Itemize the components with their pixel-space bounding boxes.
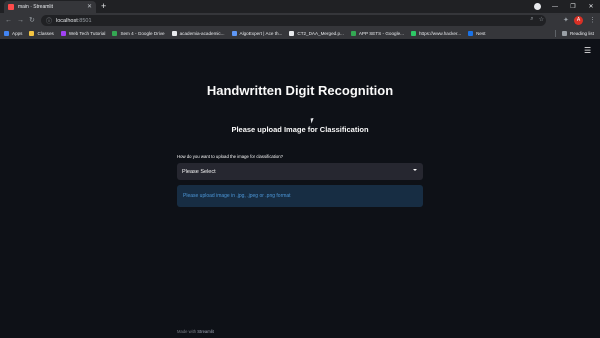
avatar[interactable]: A [574, 16, 583, 25]
bookmark-star-icon[interactable]: ☆ [539, 16, 544, 23]
reading-list-button[interactable]: Reading list [561, 28, 594, 39]
chevron-down-icon [413, 169, 417, 171]
bookmark-favicon-icon [468, 31, 474, 36]
page-subtitle: Please upload Image for Classification [231, 125, 369, 134]
bookmark-item[interactable]: Web Tech Tutorial [60, 31, 106, 36]
tab-title: main · Streamlit [18, 4, 54, 10]
minimize-icon[interactable]: — [546, 4, 564, 10]
tab-bar: main · Streamlit ✕ + — ❐ ✕ [0, 0, 600, 13]
hamburger-menu-icon[interactable]: ☰ [584, 47, 591, 55]
url-host: localhost [56, 17, 78, 24]
window-controls: — ❐ ✕ [546, 0, 600, 13]
footer-prefix: Made with [177, 329, 198, 334]
footer-brand-link[interactable]: Streamlit [197, 329, 214, 334]
restore-icon[interactable]: ❐ [564, 3, 582, 10]
footer: Made with Streamlit [177, 329, 214, 334]
streamlit-app: ☰ Handwritten Digit Recognition Please u… [0, 39, 600, 338]
google-drive-icon [112, 31, 118, 36]
bookmark-favicon-icon [289, 31, 295, 36]
new-tab-button[interactable]: + [101, 1, 106, 12]
bookmark-item[interactable]: academia-academic... [171, 31, 225, 36]
site-info-icon[interactable]: ⓘ [46, 16, 52, 25]
bookmarks-bar: Apps Classes Web Tech Tutorial Sem 4 - G… [0, 28, 600, 39]
browser-menu-icon[interactable]: ⋮ [589, 15, 596, 26]
bookmark-favicon-icon [60, 31, 66, 36]
bookmark-label: Sem 4 - Google Drive [120, 31, 165, 36]
bookmark-label: academia-academic... [179, 31, 225, 36]
browser-tab[interactable]: main · Streamlit ✕ [4, 1, 96, 13]
bookmark-item[interactable]: https://www.hacker... [410, 31, 462, 36]
page-title: Handwritten Digit Recognition [206, 83, 394, 98]
folder-icon [29, 31, 35, 36]
mouse-cursor-icon [310, 117, 318, 124]
bookmark-label: APP SETS - Google... [358, 31, 404, 36]
hackerrank-icon [410, 31, 416, 36]
bookmark-item[interactable]: Sem 4 - Google Drive [112, 31, 165, 36]
back-arrow-icon[interactable]: ← [5, 15, 12, 26]
bookmark-label: CT2_DAA_Merged.p... [297, 31, 344, 36]
profile-indicator-icon[interactable] [534, 3, 541, 10]
browser-toolbar: ← → ↻ ⓘ localhost :8501 ⌕ ☆ ✦ A ⋮ [0, 13, 600, 28]
close-window-icon[interactable]: ✕ [582, 3, 600, 10]
bookmark-label: AlgoExpert | Ace th... [239, 31, 283, 36]
bookmarks-divider [555, 30, 556, 37]
bookmark-item[interactable]: Apps [4, 31, 22, 36]
reading-list-label: Reading list [569, 31, 594, 36]
extensions-icon[interactable]: ✦ [563, 15, 569, 26]
bookmark-label: Classes [37, 31, 54, 36]
bookmark-label: https://www.hacker... [418, 31, 462, 36]
upload-method-select[interactable]: Please Select [177, 163, 423, 180]
info-alert: Please upload image in .jpg, .jpeg or .p… [177, 185, 423, 207]
bookmark-item[interactable]: Nest [468, 31, 486, 36]
reload-icon[interactable]: ↻ [29, 15, 35, 26]
bookmark-item[interactable]: Classes [29, 31, 54, 36]
address-bar[interactable]: ⓘ localhost :8501 ⌕ ☆ [41, 15, 546, 26]
bookmark-favicon-icon [171, 31, 177, 36]
google-sheets-icon [350, 31, 356, 36]
zoom-search-icon[interactable]: ⌕ [530, 16, 533, 23]
info-alert-text: Please upload image in .jpg, .jpeg or .p… [183, 193, 291, 199]
browser-window: main · Streamlit ✕ + — ❐ ✕ ← → ↻ ⓘ local… [0, 0, 600, 338]
streamlit-favicon-icon [8, 4, 14, 10]
bookmark-label: Apps [12, 31, 23, 36]
bookmark-label: Nest [476, 31, 486, 36]
select-label: How do you want to upload the image for … [177, 154, 284, 159]
bookmark-item[interactable]: AlgoExpert | Ace th... [231, 31, 283, 36]
select-value: Please Select [182, 168, 216, 175]
bookmark-item[interactable]: APP SETS - Google... [350, 31, 404, 36]
bookmark-item[interactable]: CT2_DAA_Merged.p... [289, 31, 344, 36]
close-tab-icon[interactable]: ✕ [87, 4, 92, 10]
bookmark-favicon-icon [231, 31, 237, 36]
url-port: :8501 [77, 17, 92, 24]
reading-list-icon [561, 31, 567, 36]
bookmark-label: Web Tech Tutorial [68, 31, 106, 36]
forward-arrow-icon[interactable]: → [17, 15, 24, 26]
apps-grid-icon [4, 31, 9, 36]
